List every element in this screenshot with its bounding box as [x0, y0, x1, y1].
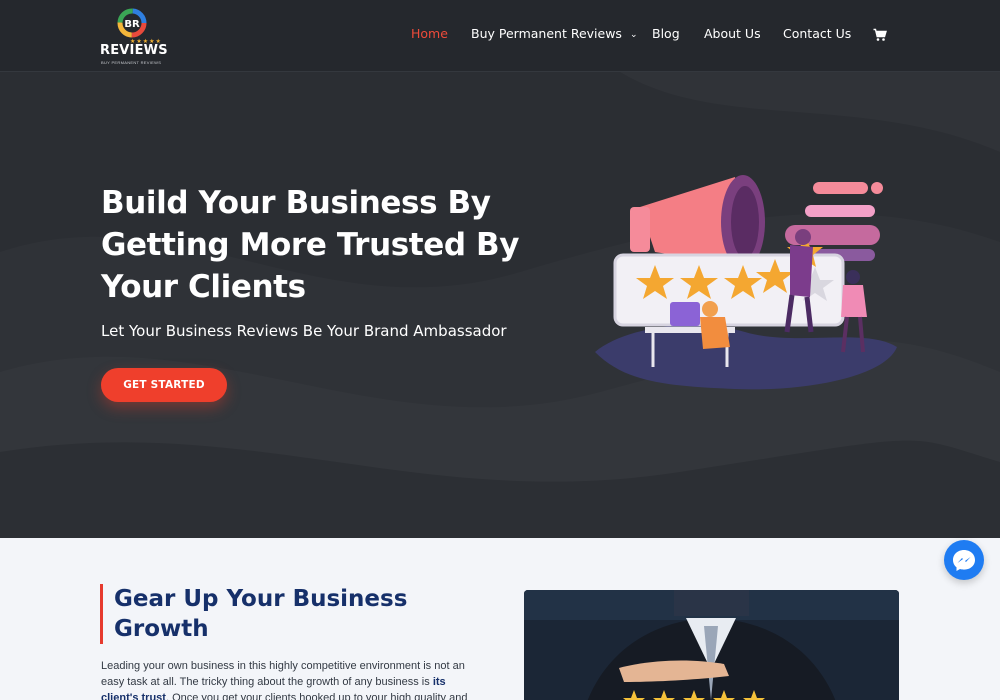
logo-wordmark: REVIEWS — [100, 43, 168, 58]
nav-blog[interactable]: Blog — [652, 26, 680, 44]
messenger-icon — [953, 550, 975, 571]
businessman-hand-stars-photo — [524, 590, 899, 700]
nav-buy-reviews-label: Buy Permanent Reviews — [471, 26, 622, 41]
chevron-down-icon: ⌄ — [629, 30, 638, 40]
reviews-megaphone-illustration — [595, 175, 897, 390]
business-growth-section: Gear Up Your Business Growth Leading you… — [0, 538, 1000, 700]
get-started-button[interactable]: GET STARTED — [101, 368, 227, 402]
growth-paragraph-continuation: . Once you get your clients hooked up to… — [165, 692, 468, 700]
nav-about[interactable]: About Us — [704, 26, 761, 44]
hero-subtitle: Let Your Business Reviews Be Your Brand … — [101, 322, 507, 340]
growth-paragraph: Leading your own business in this highly… — [101, 658, 486, 700]
growth-paragraph-text: Leading your own business in this highly… — [101, 660, 465, 688]
nav-buy-reviews[interactable]: Buy Permanent Reviews ⌄ — [471, 26, 637, 44]
section-title: Gear Up Your Business Growth — [114, 586, 408, 642]
title-accent-bar — [100, 584, 103, 644]
site-header: BR ★★★★★ REVIEWS BUY PERMANENT REVIEWS H… — [0, 0, 1000, 72]
logo-emblem-icon: BR — [117, 8, 147, 38]
logo-tagline: BUY PERMANENT REVIEWS — [101, 60, 162, 65]
hero-section: Build Your Business By Getting More Trus… — [0, 72, 1000, 538]
messenger-chat-button[interactable] — [944, 540, 984, 580]
hero-title: Build Your Business By Getting More Trus… — [101, 185, 520, 305]
svg-text:BR: BR — [124, 19, 140, 30]
shopping-cart-icon[interactable] — [873, 28, 887, 42]
nav-home[interactable]: Home — [411, 26, 448, 44]
nav-contact[interactable]: Contact Us — [783, 26, 851, 44]
site-logo[interactable]: BR ★★★★★ REVIEWS BUY PERMANENT REVIEWS — [100, 8, 170, 66]
